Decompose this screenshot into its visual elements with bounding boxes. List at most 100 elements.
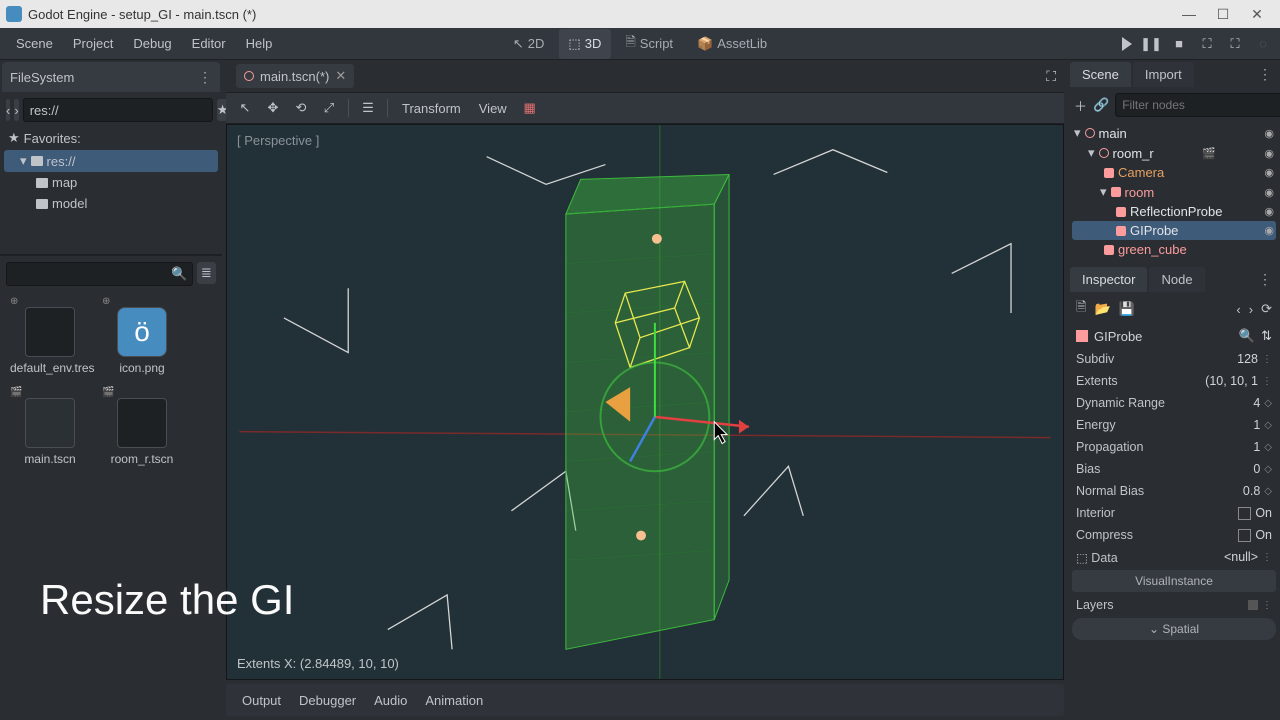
instance-scene-button[interactable]: 🔗 [1093,97,1109,113]
prop-interior[interactable]: InteriorOn [1068,502,1280,524]
file-icon-png[interactable]: ⊕ ö icon.png [102,296,182,375]
workspace-3d-button[interactable]: ⬚ 3D [558,29,611,59]
prop-subdiv[interactable]: Subdiv128⋮ [1068,348,1280,370]
path-input[interactable] [23,98,213,122]
window-close-button[interactable]: ✕ [1240,0,1274,28]
scene-tab[interactable]: Scene [1070,62,1131,87]
node-main[interactable]: ▾ main◉ [1072,123,1276,143]
nav-forward-button[interactable]: › [14,99,18,121]
spatial-toolbar: ↖ ✥ ⟲ ⤢ ☰ Transform View ▦ [226,92,1064,124]
select-mode-button[interactable]: ↖ [232,96,258,120]
move-mode-button[interactable]: ✥ [260,96,286,120]
file-main-tscn[interactable]: 🎬 main.tscn [10,387,90,466]
history-button[interactable]: ⟳ [1261,301,1272,317]
import-tab[interactable]: Import [1133,62,1194,87]
filter-nodes-input[interactable] [1115,93,1280,117]
load-resource-button[interactable]: 📂 [1094,301,1110,317]
node-green-cube[interactable]: green_cube [1072,240,1276,259]
history-forward-button[interactable]: › [1249,302,1253,317]
workspace-assetlib-button[interactable]: 📦 AssetLib [687,29,777,59]
node-reflectionprobe[interactable]: ReflectionProbe◉ [1072,202,1276,221]
add-node-button[interactable]: ＋ [1074,96,1087,115]
caption-overlay: Resize the GI [40,576,294,624]
menu-scene[interactable]: Scene [6,30,63,57]
visibility-icon[interactable]: ◉ [1264,186,1274,199]
distraction-free-icon[interactable]: ⛶ [1046,68,1062,85]
fs-folder-map[interactable]: map [0,172,222,193]
prop-extents[interactable]: Extents(10, 10, 1⋮ [1068,370,1280,392]
fs-root-folder[interactable]: ▾ res:// [4,150,218,172]
history-back-button[interactable]: ‹ [1236,302,1240,317]
menu-project[interactable]: Project [63,30,123,57]
visibility-icon[interactable]: ◉ [1264,205,1274,218]
3d-viewport[interactable]: [ Perspective ] [226,124,1064,680]
nav-back-button[interactable]: ‹ [6,99,10,121]
viewport-status: Extents X: (2.84489, 10, 10) [237,656,399,671]
dock-options-icon[interactable]: ⋮ [1252,62,1278,87]
visibility-icon[interactable]: ◉ [1264,166,1274,179]
view-menu[interactable]: View [471,101,515,116]
dock-options-icon[interactable]: ⋮ [198,69,212,86]
node-giprobe[interactable]: GIProbe◉ [1072,221,1276,240]
node-room[interactable]: ▾ room◉ [1072,182,1276,202]
open-scene-icon[interactable]: 🎬 [1202,147,1216,160]
play-scene-button[interactable]: ⛶ [1198,35,1216,53]
toggle-button[interactable]: ⇅ [1261,328,1272,344]
workspace-script-button[interactable]: 🗎 Script [615,29,683,59]
prop-dynamic-range[interactable]: Dynamic Range4◇ [1068,392,1280,414]
prop-compress[interactable]: CompressOn [1068,524,1280,546]
list-select-button[interactable]: ☰ [355,96,381,120]
dock-options-icon[interactable]: ⋮ [1252,267,1278,292]
visibility-icon[interactable]: ◉ [1264,147,1274,160]
file-search-input[interactable]: 🔍 [6,262,193,286]
save-resource-button[interactable]: 💾 [1119,301,1135,317]
viewport-label[interactable]: [ Perspective ] [237,133,319,148]
bottom-audio-tab[interactable]: Audio [374,693,407,708]
file-default-env[interactable]: ⊕ default_env.tres [10,296,90,375]
menu-debug[interactable]: Debug [123,30,181,57]
section-spatial[interactable]: ⌄ Spatial [1072,618,1276,640]
file-view-toggle-button[interactable]: ≣ [197,262,216,284]
scene-tabs-bar: main.tscn(*) ✕ ⛶ [222,60,1068,92]
transform-menu[interactable]: Transform [394,101,469,116]
file-room-r-tscn[interactable]: 🎬 room_r.tscn [102,387,182,466]
node-tab[interactable]: Node [1149,267,1204,292]
stop-button[interactable]: ■ [1170,35,1188,53]
window-title-bar: Godot Engine - setup_GI - main.tscn (*) … [0,0,1280,28]
rotate-mode-button[interactable]: ⟲ [288,96,314,120]
prop-propagation[interactable]: Propagation1◇ [1068,436,1280,458]
prop-layers[interactable]: Layers⋮ [1068,594,1280,616]
prop-data[interactable]: ⬚ Data<null>⋮ [1068,546,1280,568]
prop-normal-bias[interactable]: Normal Bias0.8◇ [1068,480,1280,502]
play-custom-button[interactable]: ⛶ [1226,35,1244,53]
godot-icon: ö [117,307,167,357]
search-icon[interactable]: 🔍 [1239,328,1255,344]
menu-help[interactable]: Help [236,30,283,57]
node-room-r[interactable]: ▾ room_r🎬◉ [1072,143,1276,163]
scale-mode-button[interactable]: ⤢ [316,96,342,120]
visibility-icon[interactable]: ◉ [1264,127,1274,140]
workspace-2d-button[interactable]: ↖ 2D [503,29,555,59]
visibility-icon[interactable]: ◉ [1264,224,1274,237]
new-resource-button[interactable]: 🗎 [1076,298,1086,320]
node-camera[interactable]: Camera◉ [1072,163,1276,182]
spinner-icon: ◌ [1254,35,1272,53]
menu-editor[interactable]: Editor [182,30,236,57]
window-minimize-button[interactable]: — [1172,0,1206,28]
bottom-output-tab[interactable]: Output [242,693,281,708]
inspector-object-title: GIProbe 🔍 ⇅ [1068,324,1280,348]
inspector-tab[interactable]: Inspector [1070,267,1147,292]
fs-folder-model[interactable]: model [0,193,222,214]
play-button[interactable] [1122,37,1132,51]
scene-tab-main[interactable]: main.tscn(*) ✕ [236,64,354,88]
bottom-animation-tab[interactable]: Animation [425,693,483,708]
close-tab-icon[interactable]: ✕ [335,68,346,84]
preview-sun-button[interactable]: ▦ [517,96,543,120]
pause-button[interactable]: ❚❚ [1142,35,1160,53]
window-maximize-button[interactable]: ☐ [1206,0,1240,28]
section-visualinstance[interactable]: VisualInstance [1072,570,1276,592]
prop-bias[interactable]: Bias0◇ [1068,458,1280,480]
favorites-label: ★ Favorites: [0,126,222,150]
prop-energy[interactable]: Energy1◇ [1068,414,1280,436]
bottom-debugger-tab[interactable]: Debugger [299,693,356,708]
